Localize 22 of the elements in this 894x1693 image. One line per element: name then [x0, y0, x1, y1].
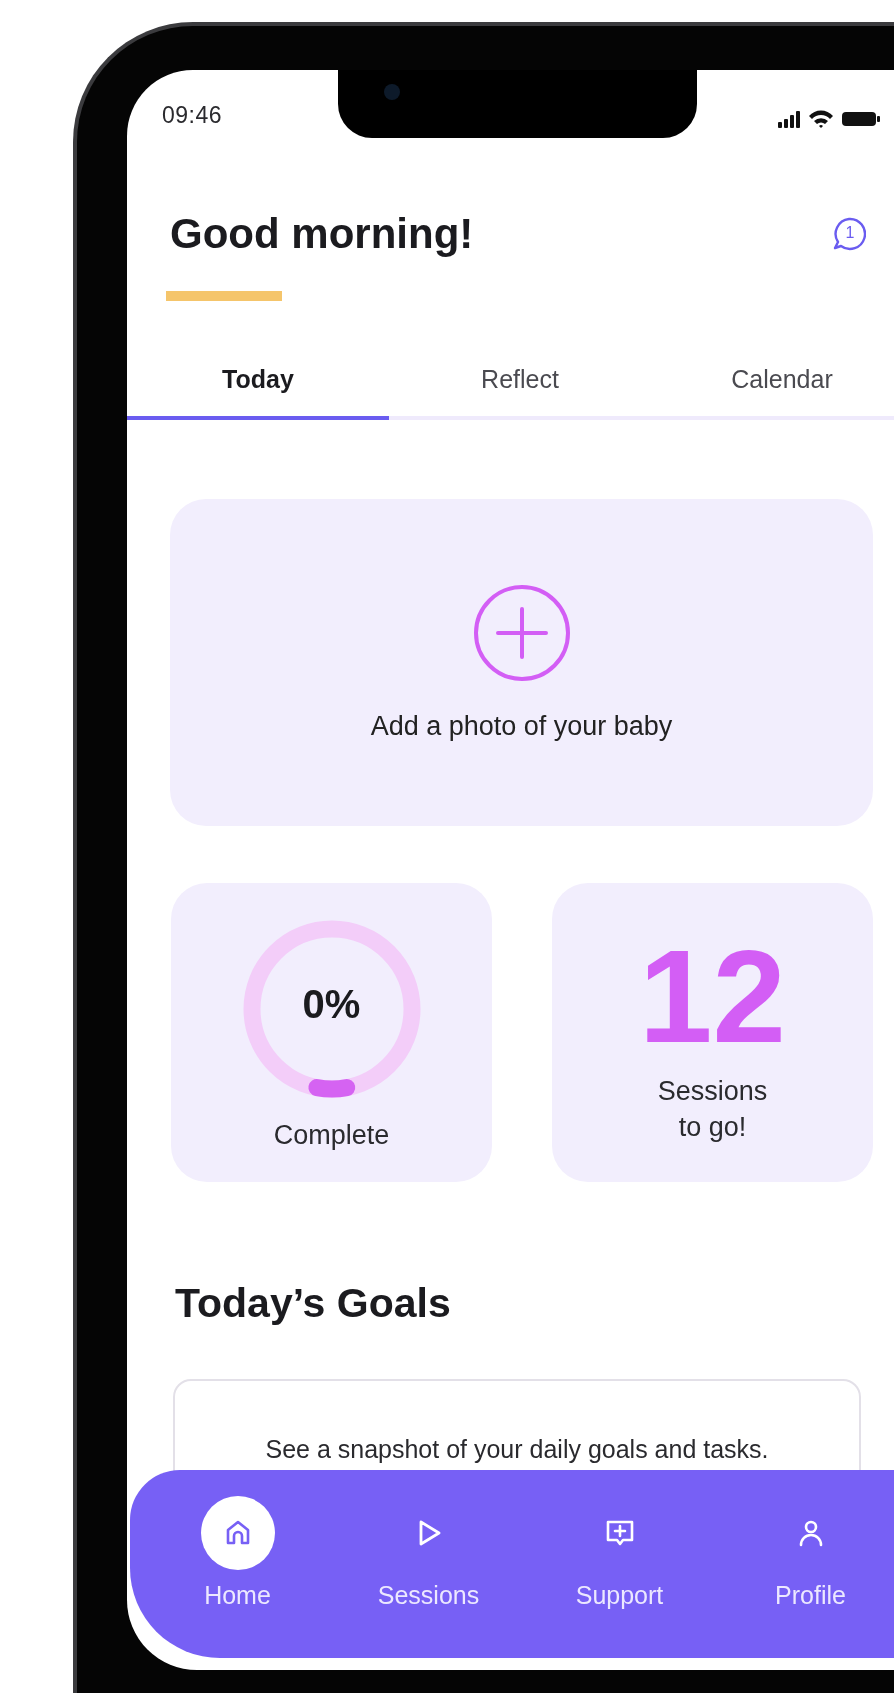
plus-icon	[471, 583, 572, 683]
section-title: Today’s Goals	[175, 1279, 452, 1328]
progress-label: Complete	[273, 1119, 390, 1152]
wifi-icon	[808, 109, 834, 129]
add-photo-card[interactable]: Add a photo of your baby	[170, 499, 873, 826]
tab[interactable]: Calendar	[651, 346, 894, 420]
goals-description: See a snapshot of your daily goals and tasks.	[265, 1434, 769, 1465]
notification-button[interactable]: 1	[832, 217, 866, 251]
nav-item[interactable]: Home	[142, 1496, 333, 1630]
add-photo-label: Add a photo of your baby	[370, 711, 673, 742]
tab[interactable]: Reflect	[389, 346, 651, 420]
progress-value: 0%	[302, 981, 361, 1027]
status-time: 09:46	[162, 101, 223, 129]
sessions-count: 12	[639, 931, 786, 1063]
signal-icon	[778, 110, 800, 128]
nav-item[interactable]: Profile	[715, 1496, 894, 1630]
nav-item[interactable]: Sessions	[333, 1496, 524, 1630]
greeting-title: Good morning!	[170, 208, 474, 259]
tab[interactable]: Today	[127, 346, 389, 420]
battery-icon	[842, 110, 880, 128]
nav-item[interactable]: Support	[524, 1496, 715, 1630]
sessions-label: Sessions to go!	[656, 1075, 769, 1144]
